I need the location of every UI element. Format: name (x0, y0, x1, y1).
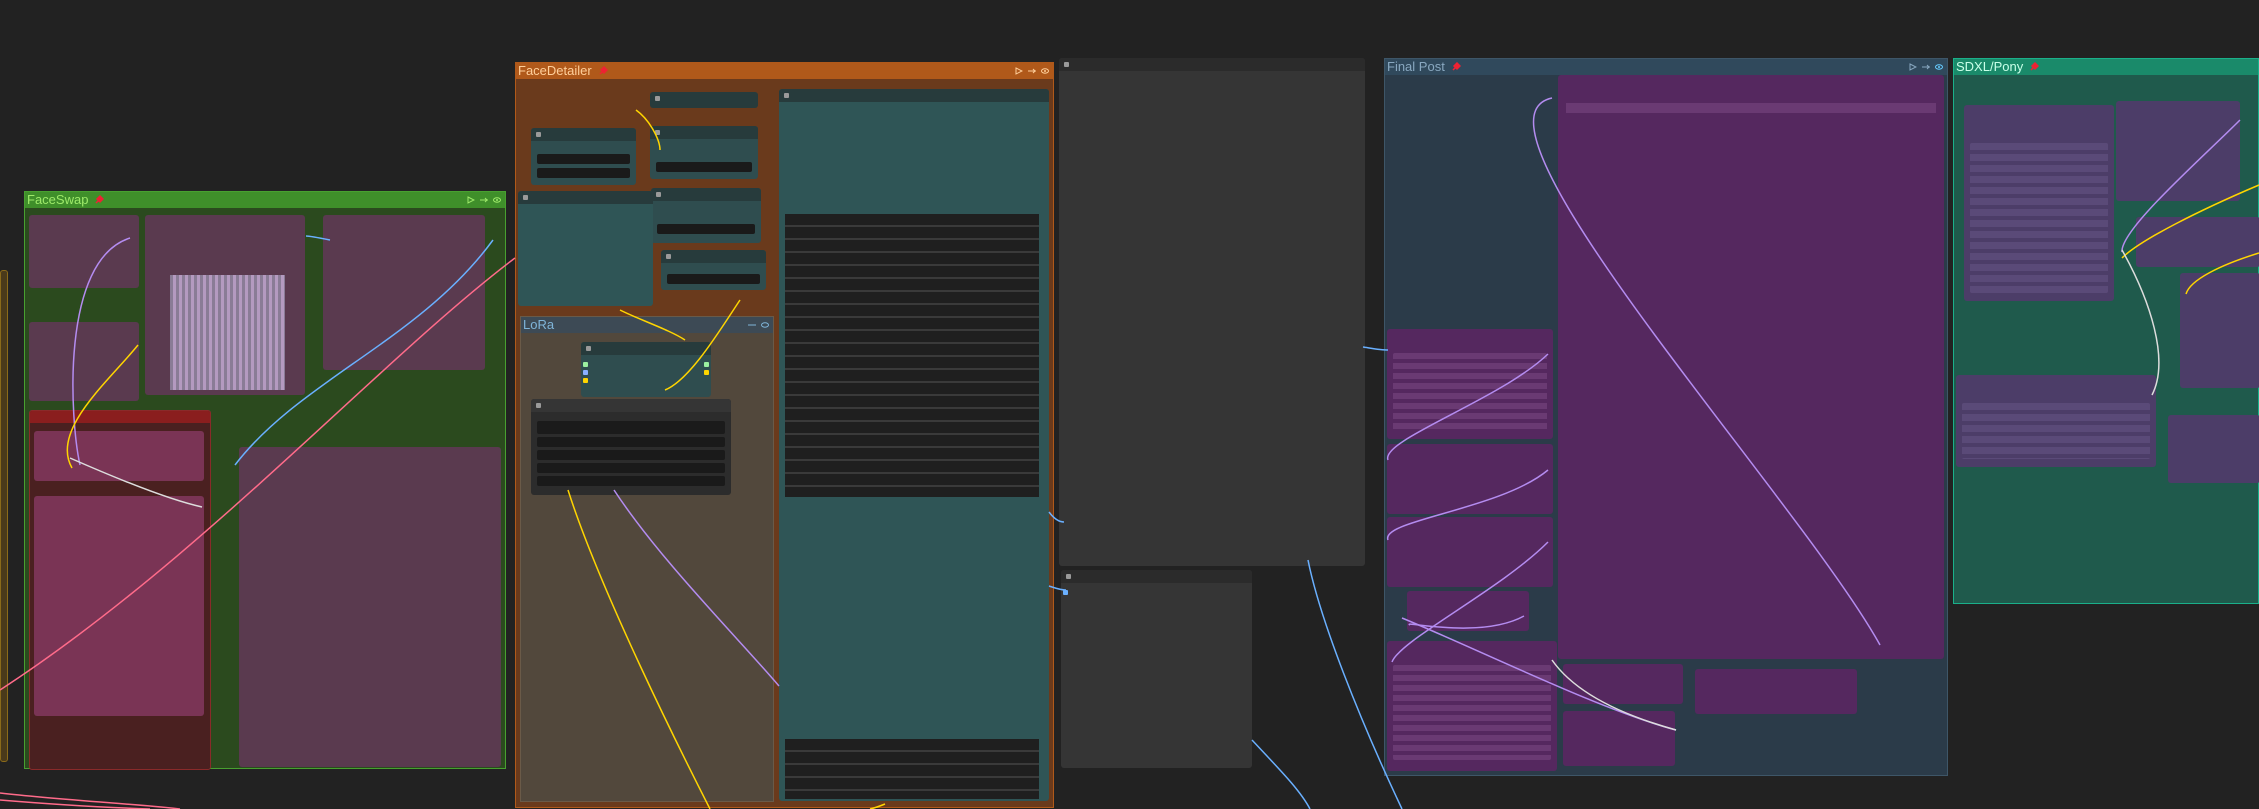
group-title: FaceDetailer (518, 63, 592, 78)
node[interactable] (651, 188, 761, 243)
pin-icon[interactable] (1451, 62, 1461, 72)
link-icon[interactable] (748, 321, 756, 329)
node[interactable] (1059, 58, 1365, 566)
node[interactable] (29, 215, 139, 288)
node[interactable] (1964, 105, 2114, 301)
node[interactable] (1387, 517, 1553, 587)
eye-icon[interactable] (1041, 67, 1049, 75)
eye-icon[interactable] (493, 196, 501, 204)
node[interactable] (34, 496, 204, 716)
group-facedetailer[interactable]: FaceDetailer LoRa (515, 62, 1054, 808)
node[interactable] (2168, 415, 2259, 483)
node[interactable] (779, 89, 1049, 801)
group-title: LoRa (523, 317, 555, 332)
node[interactable] (239, 447, 501, 767)
group-finalpost[interactable]: Final Post (1384, 58, 1948, 776)
node[interactable] (1563, 664, 1683, 704)
settings-panel[interactable] (785, 739, 1039, 799)
node[interactable] (1558, 75, 1944, 659)
play-icon[interactable] (1015, 67, 1023, 75)
pin-icon[interactable] (2029, 62, 2040, 72)
node[interactable] (1563, 711, 1675, 766)
group-header[interactable]: Final Post (1385, 59, 1947, 75)
group-faceswap[interactable]: FaceSwap (24, 191, 506, 770)
node[interactable] (531, 399, 731, 495)
pin-icon[interactable] (598, 66, 608, 76)
node[interactable] (650, 126, 758, 179)
node[interactable] (145, 215, 305, 395)
node[interactable] (581, 342, 711, 397)
link-icon[interactable] (1028, 67, 1036, 75)
eye-icon[interactable] (1935, 63, 1943, 71)
node[interactable] (0, 270, 8, 762)
node[interactable] (1387, 444, 1553, 514)
node[interactable] (2136, 217, 2259, 267)
node[interactable] (2116, 101, 2240, 201)
group-header[interactable]: LoRa (521, 317, 773, 333)
link-icon[interactable] (1922, 63, 1930, 71)
group-title: SDXL/Pony (1956, 59, 2024, 74)
node[interactable] (29, 410, 211, 770)
node[interactable] (1061, 570, 1252, 768)
node[interactable] (518, 191, 653, 306)
group-lora[interactable]: LoRa (520, 316, 774, 802)
link-icon[interactable] (480, 196, 488, 204)
group-sdxlpony[interactable]: SDXL/Pony (1953, 58, 2259, 604)
node[interactable] (323, 215, 485, 370)
node[interactable] (1387, 641, 1557, 771)
eye-icon[interactable] (761, 321, 769, 329)
node[interactable] (29, 322, 139, 401)
node[interactable] (34, 431, 204, 481)
pin-icon[interactable] (94, 195, 105, 205)
node[interactable] (1956, 375, 2156, 467)
node[interactable] (531, 128, 636, 185)
play-icon[interactable] (467, 196, 475, 204)
group-title: Final Post (1387, 59, 1445, 74)
group-title: FaceSwap (27, 192, 89, 207)
node[interactable] (661, 250, 766, 290)
group-header[interactable]: FaceDetailer (516, 63, 1053, 79)
node[interactable] (1695, 669, 1857, 714)
group-header[interactable]: SDXL/Pony (1954, 59, 2258, 75)
group-header[interactable]: FaceSwap (25, 192, 505, 208)
image-preview (170, 275, 285, 390)
node[interactable] (1387, 329, 1553, 439)
node[interactable] (650, 92, 758, 108)
node[interactable] (2180, 273, 2259, 388)
settings-panel[interactable] (785, 214, 1039, 497)
node[interactable] (1407, 591, 1529, 631)
play-icon[interactable] (1909, 63, 1917, 71)
